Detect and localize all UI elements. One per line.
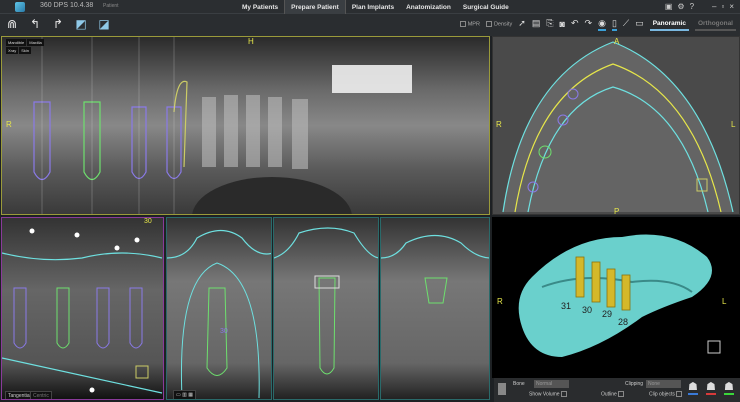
curve-left-icon[interactable]: ↰ xyxy=(28,17,42,31)
scanner-icon[interactable]: ◩ xyxy=(74,17,88,31)
menu-icon[interactable] xyxy=(498,383,506,395)
curve-right-icon[interactable]: ↱ xyxy=(51,17,65,31)
orientation-h: H xyxy=(248,37,254,46)
add-measure-icon[interactable]: ⟋ xyxy=(623,18,629,31)
undo-icon[interactable]: ↶ xyxy=(571,18,579,31)
tab-anatomization[interactable]: Anatomization xyxy=(400,0,457,14)
tooth-number-31: 31 xyxy=(561,301,572,311)
title-bar: 360 DPS 10.4.38 Patient My Patients Prep… xyxy=(0,0,740,14)
eye-icon[interactable]: ◉ xyxy=(598,18,606,31)
clipping-label: Clipping xyxy=(625,381,644,387)
minimize-button[interactable]: – xyxy=(712,2,716,11)
close-button[interactable]: × xyxy=(729,2,734,11)
density-checkbox[interactable]: Density xyxy=(485,21,512,28)
tab-xray[interactable]: Xray xyxy=(6,47,19,54)
orientation-a: A xyxy=(614,37,620,46)
outline-checkbox[interactable]: Outline xyxy=(601,391,626,397)
cross-section-view-1[interactable]: 30 ▭ ▥ ▦ xyxy=(166,217,272,400)
tab-panoramic[interactable]: Panoramic xyxy=(649,18,689,31)
add-annotation-icon[interactable]: ▭ xyxy=(635,18,644,31)
export-icon[interactable]: ⎘ xyxy=(546,18,553,31)
toolbar: ⋒ ↰ ↱ ◩ ◪ MPR Density ➚ ▤ ⎘ ◙ ↶ ↷ ◉ ▯ ⟋ … xyxy=(0,14,740,36)
app-title: 360 DPS 10.4.38 xyxy=(40,2,94,9)
app-logo-icon xyxy=(15,2,25,12)
arch-curve-icon[interactable]: ⋒ xyxy=(5,17,19,31)
nav-tabs: My Patients Prepare Patient Plan Implant… xyxy=(236,0,515,14)
orientation-p: P xyxy=(614,207,620,215)
help-button[interactable]: ? xyxy=(690,2,694,11)
skull-side-icon[interactable]: ☗ xyxy=(706,380,716,395)
pointer-icon[interactable]: ➚ xyxy=(518,18,526,31)
tab-mandible[interactable]: Mandible xyxy=(6,39,27,46)
clip-objects-checkbox[interactable]: Clip objects xyxy=(649,391,684,397)
restore-button[interactable]: ▫ xyxy=(721,2,724,11)
film-icon[interactable]: ▤ xyxy=(532,18,541,31)
tab-plan-implants[interactable]: Plan Implants xyxy=(346,0,400,14)
document-icon[interactable]: ▯ xyxy=(611,18,617,31)
tab-surgical-guide[interactable]: Surgical Guide xyxy=(457,0,515,14)
tooth-number-28: 28 xyxy=(618,317,629,327)
orientation-r: R xyxy=(6,120,12,129)
axial-view[interactable]: A P R L xyxy=(492,36,740,215)
tooth-number-30: 30 xyxy=(582,305,593,315)
orientation-r: R xyxy=(497,297,503,306)
3d-controls: Bone Normal Clipping None Show Volume Ou… xyxy=(494,378,740,402)
tooth-label: 30 xyxy=(144,218,152,225)
tab-my-patients[interactable]: My Patients xyxy=(236,0,284,14)
orientation-l: L xyxy=(731,120,736,129)
tooth-number-29: 29 xyxy=(602,309,613,319)
show-volume-checkbox[interactable]: Show Volume xyxy=(529,391,569,397)
cross-section-view-2[interactable] xyxy=(273,217,379,400)
tab-centric[interactable]: Centric xyxy=(30,391,52,399)
patient-label: Patient xyxy=(103,3,119,9)
layout-switch[interactable]: ▭ ▥ ▦ xyxy=(173,390,196,399)
skull-top-icon[interactable]: ☗ xyxy=(724,380,734,395)
scanner-alt-icon[interactable]: ◪ xyxy=(97,17,111,31)
tooth-label: 30 xyxy=(220,328,228,335)
clipping-select[interactable]: None xyxy=(646,380,681,388)
orientation-l: L xyxy=(722,297,727,306)
redo-icon[interactable]: ↷ xyxy=(585,18,593,31)
bone-select[interactable]: Normal xyxy=(534,380,569,388)
tab-maxilla[interactable]: Maxilla xyxy=(27,39,44,46)
cross-section-view-3[interactable] xyxy=(380,217,490,400)
orientation-r: R xyxy=(496,120,502,129)
3d-view[interactable]: 31 30 29 28 R L xyxy=(492,217,740,378)
tab-orthogonal[interactable]: Orthogonal xyxy=(694,18,736,31)
bone-label: Bone xyxy=(513,381,525,387)
save-icon[interactable]: ▣ xyxy=(665,2,673,11)
tab-prepare-patient[interactable]: Prepare Patient xyxy=(284,0,346,14)
camera-icon[interactable]: ◙ xyxy=(560,19,565,31)
mpr-checkbox[interactable]: MPR xyxy=(459,21,480,28)
skull-front-icon[interactable]: ☗ xyxy=(688,380,698,395)
panoramic-view[interactable]: Mandible Maxilla Xray Skin H R xyxy=(1,36,490,215)
tangential-view[interactable]: 30 Tangential Centric xyxy=(1,217,164,400)
gear-icon[interactable]: ⚙ xyxy=(677,2,684,11)
tab-skin[interactable]: Skin xyxy=(19,47,32,54)
